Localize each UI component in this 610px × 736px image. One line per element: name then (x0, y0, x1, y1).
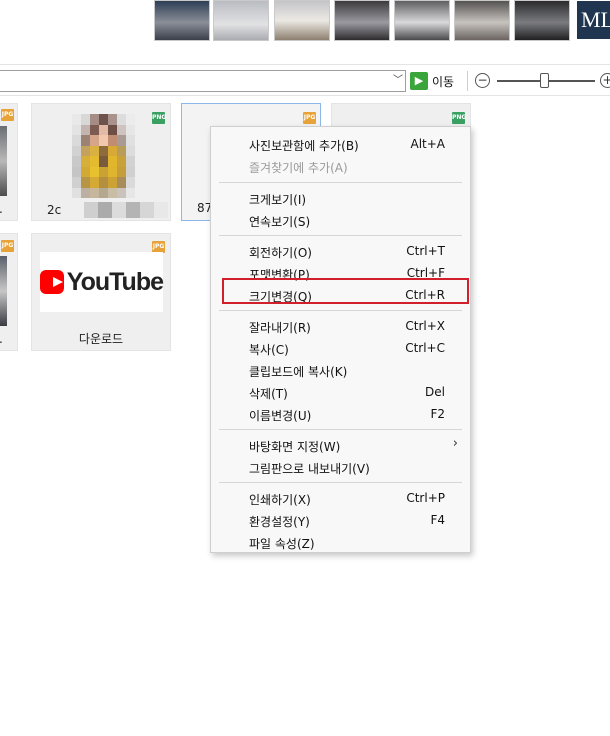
menu-item-label: 사진보관함에 추가(B) (249, 139, 359, 153)
chevron-right-icon: › (452, 436, 458, 451)
menu-item-shortcut: Ctrl+X (405, 319, 445, 333)
bedroom-thumb-2[interactable] (213, 0, 269, 41)
bedroom-thumb-7[interactable] (514, 0, 570, 41)
menu-item-export-to-paint[interactable]: 그림판으로 내보내기(V) (212, 456, 470, 478)
resize-highlight-box (222, 278, 469, 304)
menu-separator (219, 235, 462, 236)
menu-item-add-to-favorites: 즐겨찾기에 추가(A) (212, 155, 470, 177)
zoom-in-icon[interactable]: + (600, 73, 610, 88)
menu-item-label: 클립보드에 복사(K) (249, 365, 348, 379)
jpg-badge-icon: JPG (303, 112, 316, 124)
menu-item-label: 즐겨찾기에 추가(A) (249, 161, 348, 175)
context-menu: 사진보관함에 추가(B) Alt+A 즐겨찾기에 추가(A) 크게보기(I) 연… (210, 126, 471, 553)
png-badge-icon: PNG (152, 112, 166, 124)
menu-item-label: 파일 속성(Z) (249, 537, 315, 551)
menu-item-delete[interactable]: 삭제(T) Del (212, 381, 470, 403)
tile-caption: 다운로드 (78, 332, 124, 346)
menu-separator (219, 182, 462, 183)
pixelated-photo (72, 114, 135, 198)
menu-item-shortcut: Ctrl+P (406, 491, 445, 505)
zoom-out-icon[interactable]: − (475, 73, 490, 88)
zoom-slider-thumb[interactable] (540, 73, 549, 88)
youtube-thumbnail: YouTube (40, 252, 164, 312)
menu-item-preferences[interactable]: 환경설정(Y) F4 (212, 509, 470, 531)
arrow-right-icon: ▶ (410, 72, 428, 90)
menu-item-label: 바탕화면 지정(W) (249, 440, 341, 454)
bedroom-thumb-3[interactable] (274, 0, 330, 41)
path-input[interactable] (0, 70, 406, 92)
toolbar-divider (467, 71, 468, 91)
menu-item-shortcut: F4 (430, 513, 445, 527)
bedroom-thumb-4[interactable] (334, 0, 390, 41)
menu-item-label: 삭제(T) (249, 387, 288, 401)
menu-item-copy-to-clipboard[interactable]: 클립보드에 복사(K) (212, 359, 470, 381)
menu-item-label: 복사(C) (249, 343, 289, 357)
go-button[interactable]: ▶ 이동 (410, 71, 462, 91)
youtube-play-icon (40, 270, 64, 294)
menu-item-label: 환경설정(Y) (249, 515, 310, 529)
brand-logo: ML (577, 1, 610, 39)
menu-item-rename[interactable]: 이름변경(U) F2 (212, 403, 470, 425)
menu-item-add-to-album[interactable]: 사진보관함에 추가(B) Alt+A (212, 133, 470, 155)
image-tile[interactable]: JPG . (0, 233, 18, 351)
menu-item-label: 잘라내기(R) (249, 321, 311, 335)
menu-item-shortcut: Alt+A (410, 137, 445, 151)
jpg-badge-icon: JPG (1, 240, 14, 252)
menu-item-shortcut: Del (425, 385, 445, 399)
image-tile[interactable]: JPG . (0, 103, 18, 221)
pixelated-caption (84, 202, 168, 218)
bedroom-thumb-1[interactable] (154, 0, 210, 41)
menu-item-enlarge[interactable]: 크게보기(I) (212, 187, 470, 209)
jpg-badge-icon: JPG (1, 109, 14, 121)
image-tile[interactable]: PNG 2c (31, 103, 171, 221)
menu-separator (219, 482, 462, 483)
go-label: 이동 (432, 74, 455, 89)
menu-item-label: 연속보기(S) (249, 215, 311, 229)
image-tile[interactable]: JPG YouTube 다운로드 (31, 233, 171, 351)
png-badge-icon: PNG (452, 112, 466, 124)
menu-item-label: 회전하기(O) (249, 246, 312, 260)
menu-item-slideshow[interactable]: 연속보기(S) (212, 209, 470, 231)
menu-item-label: 인쇄하기(X) (249, 493, 311, 507)
chevron-down-icon[interactable]: ﹀ (390, 71, 406, 91)
menu-item-file-properties[interactable]: 파일 속성(Z) (212, 531, 470, 553)
address-toolbar: ﹀ ▶ 이동 − + (0, 64, 610, 96)
menu-item-label: 크게보기(I) (249, 193, 307, 207)
bedroom-thumb-6[interactable] (454, 0, 510, 41)
menu-item-print[interactable]: 인쇄하기(X) Ctrl+P (212, 487, 470, 509)
menu-item-set-wallpaper[interactable]: 바탕화면 지정(W) › (212, 434, 470, 456)
bedroom-thumb-5[interactable] (394, 0, 450, 41)
menu-item-shortcut: Ctrl+C (405, 341, 445, 355)
menu-item-label: 이름변경(U) (249, 409, 312, 423)
menu-separator (219, 429, 462, 430)
youtube-wordmark: YouTube (66, 267, 164, 296)
menu-item-shortcut: F2 (430, 407, 445, 421)
menu-item-shortcut: Ctrl+T (406, 244, 445, 258)
tile-caption: . (0, 332, 17, 346)
menu-item-rotate[interactable]: 회전하기(O) Ctrl+T (212, 240, 470, 262)
menu-item-label: 그림판으로 내보내기(V) (249, 462, 370, 476)
menu-item-cut[interactable]: 잘라내기(R) Ctrl+X (212, 315, 470, 337)
tile-caption: . (0, 202, 17, 216)
top-thumbnail-strip: ML (0, 0, 610, 64)
menu-item-copy[interactable]: 복사(C) Ctrl+C (212, 337, 470, 359)
menu-separator (219, 310, 462, 311)
